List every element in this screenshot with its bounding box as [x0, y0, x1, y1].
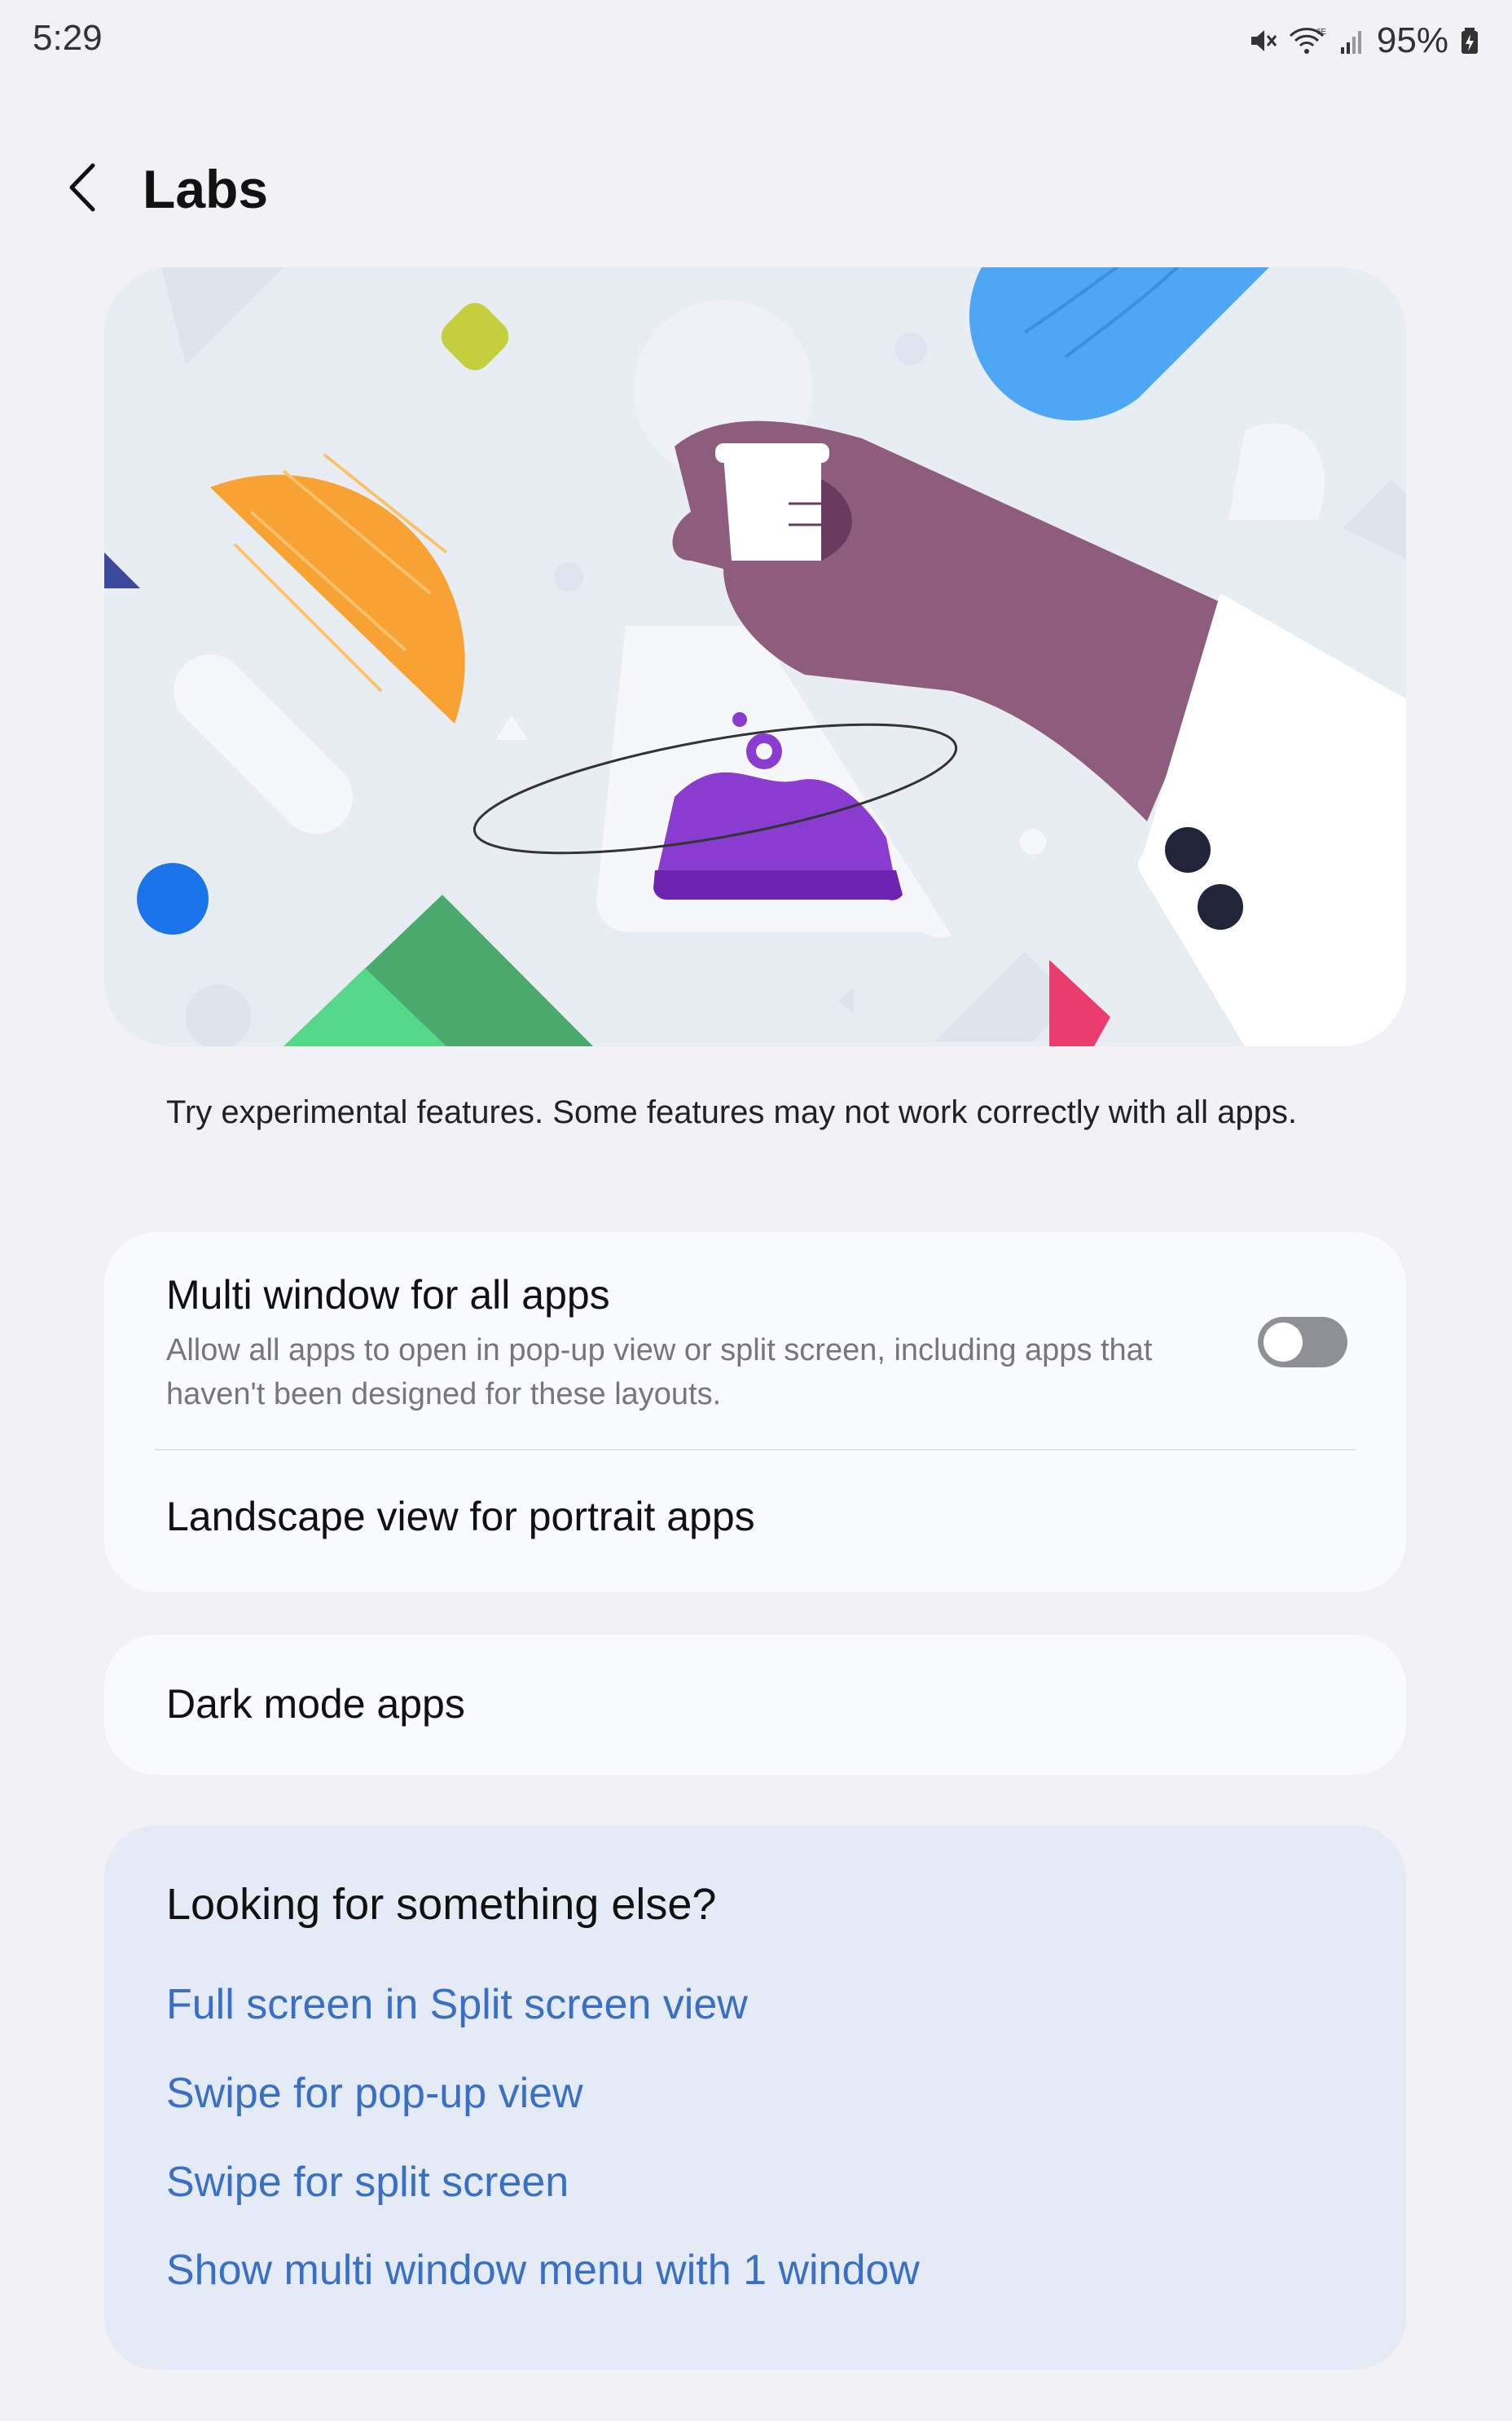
mute-icon: [1248, 26, 1277, 55]
link-swipe-popup[interactable]: Swipe for pop-up view: [166, 2069, 583, 2118]
toggle-knob: [1264, 1323, 1303, 1362]
setting-title: Landscape view for portrait apps: [166, 1494, 755, 1539]
link-swipe-split[interactable]: Swipe for split screen: [166, 2158, 569, 2207]
hero-illustration: [104, 267, 1406, 1046]
setting-title: Dark mode apps: [166, 1681, 465, 1727]
suggestions-card: Looking for something else? Full screen …: [104, 1825, 1406, 2370]
back-button[interactable]: [51, 156, 116, 222]
link-full-screen-split[interactable]: Full screen in Split screen view: [166, 1980, 748, 2029]
setting-row-dark-mode-apps[interactable]: Dark mode apps: [104, 1635, 1406, 1775]
status-bar: 5:29 6E 95%: [0, 0, 1512, 81]
battery-charging-icon: [1460, 26, 1479, 55]
setting-title: Multi window for all apps: [166, 1272, 610, 1318]
settings-card-multi-window: Multi window for all apps Allow all apps…: [104, 1232, 1406, 1592]
labs-description: Try experimental features. Some features…: [166, 1094, 1297, 1130]
multi-window-toggle[interactable]: [1258, 1317, 1347, 1367]
link-multi-window-menu[interactable]: Show multi window menu with 1 window: [166, 2246, 920, 2295]
signal-icon: [1339, 26, 1365, 55]
svg-text:6E: 6E: [1316, 28, 1327, 37]
lab-flask-hand-illustration: [104, 267, 1406, 1046]
setting-subtitle: Allow all apps to open in pop-up view or…: [166, 1333, 1153, 1411]
suggestions-title: Looking for something else?: [166, 1880, 717, 1929]
wifi-6e-icon: 6E: [1289, 26, 1328, 55]
status-icons: 6E 95%: [1248, 16, 1479, 65]
chevron-left-icon: [65, 161, 101, 218]
page-title: Labs: [143, 159, 269, 219]
setting-row-landscape-view[interactable]: Landscape view for portrait apps: [104, 1450, 1406, 1592]
status-time: 5:29: [33, 18, 103, 58]
battery-percent: 95%: [1376, 20, 1448, 60]
setting-row-multi-window[interactable]: Multi window for all apps Allow all apps…: [104, 1232, 1406, 1449]
app-bar: Labs: [0, 139, 1512, 236]
